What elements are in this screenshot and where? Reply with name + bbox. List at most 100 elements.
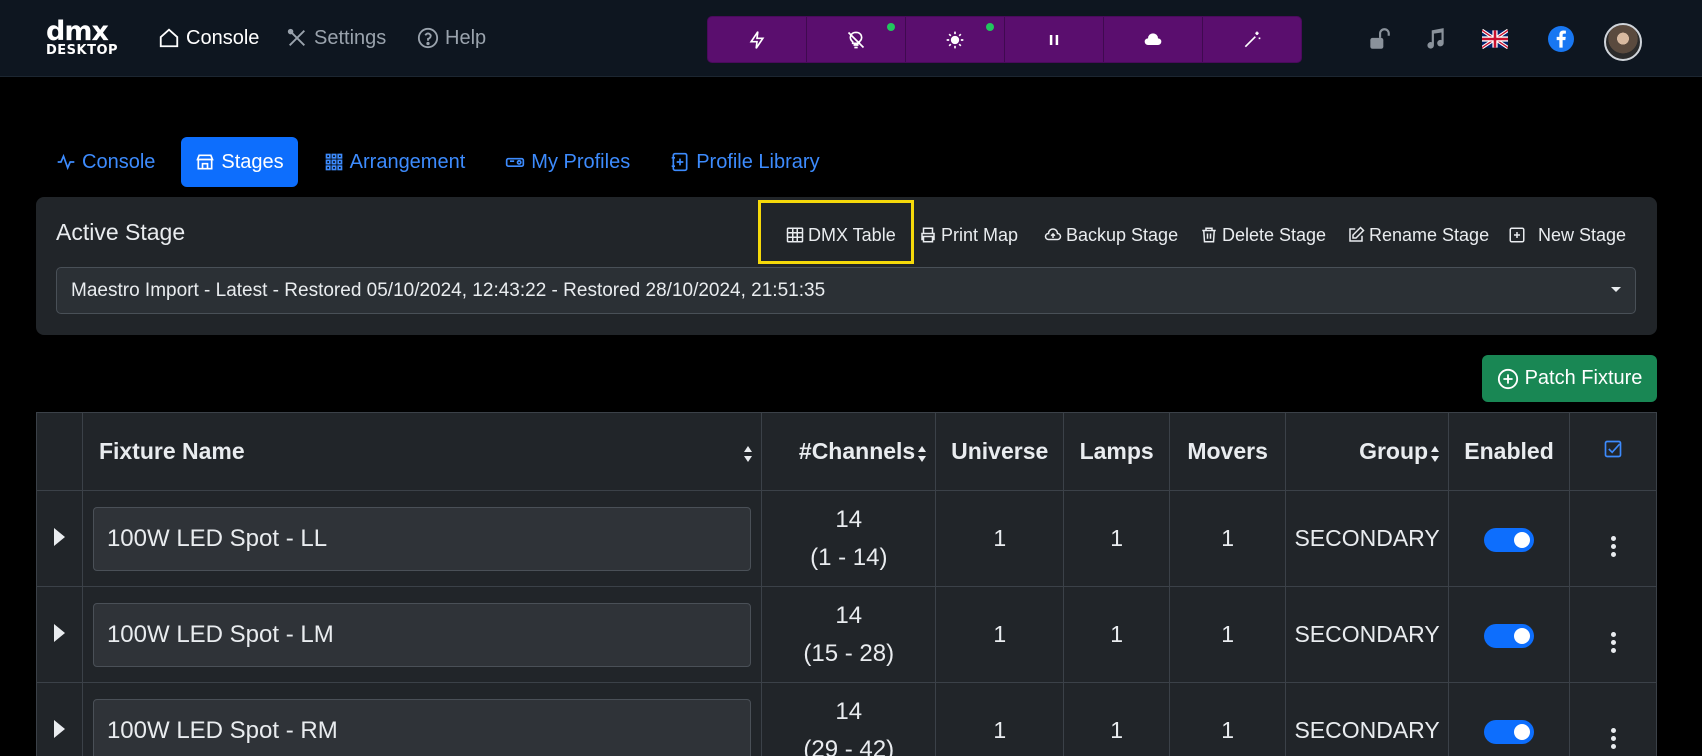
cloud-upload-icon <box>1044 228 1062 241</box>
dmx-table-label: DMX Table <box>808 224 896 245</box>
nav-help-label: Help <box>445 26 487 49</box>
nav-settings[interactable]: Settings <box>286 24 386 52</box>
tab-my-profiles-label: My Profiles <box>531 150 631 173</box>
stage-select[interactable]: Maestro Import - Latest - Restored 05/10… <box>56 267 1636 314</box>
header-channels[interactable]: #Channels <box>761 412 937 491</box>
brightness-button[interactable] <box>906 17 1005 62</box>
stage-tabs: Console Stages Arrangement My Profiles P… <box>42 137 846 187</box>
fixture-name-input[interactable]: 100W LED Spot - LM <box>92 602 752 667</box>
enabled-toggle[interactable] <box>1484 623 1535 648</box>
print-map-label: Print Map <box>941 224 1019 245</box>
more-options-icon[interactable] <box>1610 728 1616 749</box>
active-stage-card: Active Stage DMX Table Print Map Backup … <box>36 197 1657 335</box>
enabled-toggle[interactable] <box>1484 719 1535 744</box>
dmx-table-button[interactable]: DMX Table <box>786 221 896 249</box>
sort-icon <box>1431 446 1440 462</box>
patch-fixture-button[interactable]: Patch Fixture <box>1482 355 1657 402</box>
caret-right-icon <box>53 720 65 738</box>
fixture-name-input[interactable]: 100W LED Spot - LL <box>92 506 752 571</box>
lock-button[interactable] <box>1362 22 1396 56</box>
caret-right-icon <box>53 528 65 546</box>
nav-settings-label: Settings <box>314 26 387 49</box>
fog-button[interactable] <box>1104 17 1203 62</box>
pause-icon <box>1049 34 1059 45</box>
tab-console[interactable]: Console <box>42 137 169 187</box>
channel-range: (29 - 42) <box>803 735 895 756</box>
header-group[interactable]: Group <box>1285 412 1450 491</box>
header-fixture-name-label: Fixture Name <box>98 438 245 464</box>
rename-stage-button[interactable]: Rename Stage <box>1347 221 1489 249</box>
expand-header <box>36 412 83 491</box>
tab-profile-library[interactable]: Profile Library <box>656 137 833 187</box>
rename-stage-label: Rename Stage <box>1369 224 1490 245</box>
table-header-row: Fixture Name #Channels Universe Lamps Mo… <box>36 412 1657 491</box>
projector-icon <box>506 157 525 167</box>
table-row: 100W LED Spot - LM 14 (15 - 28) 1 1 1 SEC… <box>36 586 1657 683</box>
sun-icon <box>946 31 964 48</box>
tab-stages[interactable]: Stages <box>181 137 298 187</box>
nav-console[interactable]: Console <box>158 24 259 52</box>
channel-count: 14 <box>835 505 863 533</box>
enabled-toggle[interactable] <box>1484 527 1535 552</box>
universe-cell: 1 <box>935 682 1065 756</box>
more-options-icon[interactable] <box>1610 536 1616 557</box>
facebook-link[interactable] <box>1544 22 1578 56</box>
help-circle-icon <box>417 27 439 49</box>
tab-my-profiles[interactable]: My Profiles <box>491 137 644 187</box>
facebook-icon <box>1548 26 1574 52</box>
activity-icon <box>57 153 75 171</box>
expand-row-button[interactable] <box>36 682 83 756</box>
stage-select-value: Maestro Import - Latest - Restored 05/10… <box>71 279 826 301</box>
top-navbar: dmx DESKTOP Console Settings Help <box>0 0 1702 77</box>
more-options-icon[interactable] <box>1610 632 1616 653</box>
app-logo[interactable]: dmx DESKTOP <box>46 18 119 60</box>
header-universe: Universe <box>935 412 1065 491</box>
delete-stage-button[interactable]: Delete Stage <box>1200 221 1326 249</box>
movers-cell: 1 <box>1169 586 1287 683</box>
channels-cell: 14 (1 - 14) <box>761 490 937 587</box>
effects-button[interactable] <box>1203 17 1301 62</box>
backup-stage-label: Backup Stage <box>1066 224 1179 245</box>
group-cell: SECONDARY <box>1285 490 1450 587</box>
print-map-button[interactable]: Print Map <box>919 221 1018 249</box>
tab-arrangement-label: Arrangement <box>349 150 466 173</box>
plus-square-icon <box>1509 227 1525 243</box>
new-stage-button[interactable]: New Stage <box>1508 221 1626 249</box>
header-select-all[interactable] <box>1569 412 1657 491</box>
lamp-off-button[interactable] <box>807 17 906 62</box>
header-group-label: Group <box>1359 438 1429 464</box>
header-fixture-name[interactable]: Fixture Name <box>81 412 763 491</box>
channel-range: (15 - 28) <box>803 639 895 667</box>
channels-cell: 14 (29 - 42) <box>761 682 937 756</box>
language-button[interactable] <box>1478 22 1512 56</box>
tab-profile-library-label: Profile Library <box>696 150 820 173</box>
trash-icon <box>1202 227 1216 243</box>
cloud-icon <box>1144 32 1162 45</box>
quick-toolbar <box>707 16 1302 63</box>
music-button[interactable] <box>1418 22 1452 56</box>
printer-icon <box>921 227 935 243</box>
uk-flag-icon <box>1482 28 1508 50</box>
pause-button[interactable] <box>1005 17 1104 62</box>
table-row: 100W LED Spot - LL 14 (1 - 14) 1 1 1 SECO… <box>36 490 1657 587</box>
tab-stages-label: Stages <box>221 150 284 173</box>
backup-stage-button[interactable]: Backup Stage <box>1044 221 1178 249</box>
fixture-name-input[interactable]: 100W LED Spot - RM <box>92 698 752 756</box>
lamps-cell: 1 <box>1063 682 1171 756</box>
status-dot <box>887 23 895 31</box>
music-note-icon <box>1427 28 1444 49</box>
nav-console-label: Console <box>186 26 260 49</box>
tab-arrangement[interactable]: Arrangement <box>310 137 480 187</box>
nav-help[interactable]: Help <box>417 24 486 52</box>
fixtures-table: Fixture Name #Channels Universe Lamps Mo… <box>36 412 1657 756</box>
channel-count: 14 <box>835 601 863 629</box>
expand-row-button[interactable] <box>36 586 83 683</box>
journal-plus-icon <box>671 152 688 172</box>
user-avatar[interactable] <box>1604 23 1642 61</box>
lightbulb-off-icon <box>847 31 865 48</box>
expand-row-button[interactable] <box>36 490 83 587</box>
blackout-button[interactable] <box>708 17 807 62</box>
movers-cell: 1 <box>1169 682 1287 756</box>
logo-bottom-text: DESKTOP <box>46 43 119 58</box>
patch-fixture-label: Patch Fixture <box>1524 367 1643 389</box>
